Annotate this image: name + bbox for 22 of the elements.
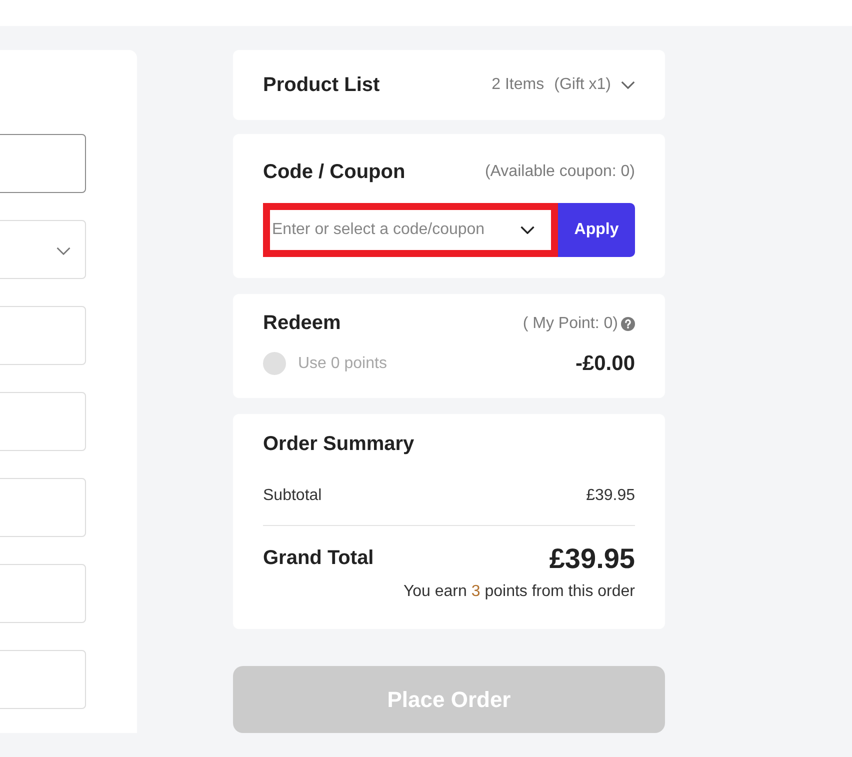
coupon-field[interactable]: Enter or select a code/coupon [263, 203, 558, 258]
my-point-text: ( My Point: 0) [522, 314, 618, 333]
apply-button[interactable]: Apply [558, 203, 635, 258]
help-icon[interactable] [621, 316, 635, 331]
grand-total-label: Grand Total [263, 547, 374, 570]
chevron-down-icon[interactable] [520, 226, 535, 234]
coupon-title: Code / Coupon [263, 160, 406, 184]
grand-total-value: £39.95 [549, 542, 635, 575]
item-count: 2 Items [492, 76, 544, 94]
earn-points-note: You earn 3 points from this order [403, 582, 635, 601]
points-discount-amount: -£0.00 [575, 352, 635, 376]
product-list-title: Product List [263, 74, 380, 97]
chevron-down-icon [56, 247, 71, 255]
gift-count: (Gift x1) [554, 76, 611, 94]
order-summary-title: Order Summary [263, 432, 414, 457]
summary-label: Subtotal [263, 486, 322, 505]
summary-value: £39.95 [586, 486, 635, 505]
available-coupon-count: (Available coupon: 0) [484, 163, 635, 182]
chevron-down-icon [621, 81, 635, 90]
redeem-title: Redeem [263, 312, 341, 336]
use-points-label: Use 0 points [298, 354, 387, 373]
product-list-toggle[interactable]: 2 Items (Gift x1) [492, 76, 635, 94]
